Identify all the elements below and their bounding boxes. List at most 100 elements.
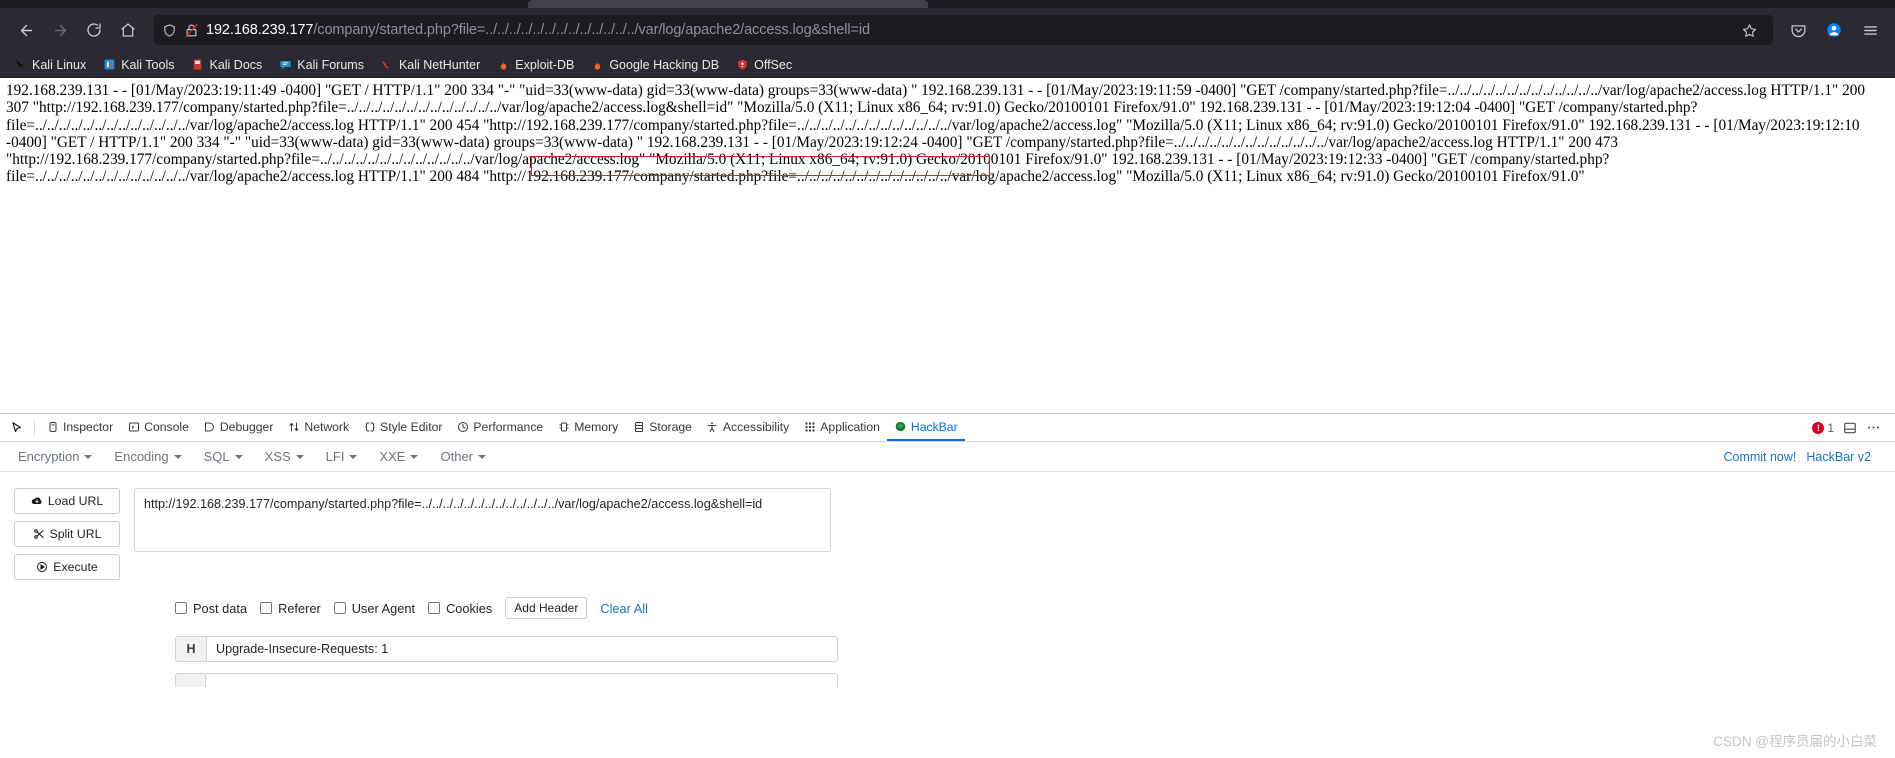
bookmark-kali-forums[interactable]: Kali Forums bbox=[271, 56, 371, 74]
url-text[interactable]: 192.168.239.177/company/started.php?file… bbox=[206, 22, 1726, 38]
devtools-more-options-icon[interactable] bbox=[1866, 420, 1881, 435]
header-type-tag[interactable]: H bbox=[175, 636, 206, 662]
devtools-tabbar: Inspector Console Debugger Network Style… bbox=[0, 414, 1895, 442]
tab-style-editor[interactable]: Style Editor bbox=[356, 414, 449, 441]
hackbar-url-row: Load URL Split URL Execute bbox=[0, 488, 1895, 580]
bookmark-label: Kali Linux bbox=[32, 57, 87, 72]
tab-console[interactable]: Console bbox=[120, 414, 196, 441]
checkbox-box[interactable] bbox=[175, 602, 187, 614]
accessibility-icon bbox=[706, 420, 719, 433]
checkbox-label: Cookies bbox=[446, 600, 493, 616]
pocket-icon[interactable] bbox=[1783, 15, 1813, 45]
element-picker-icon[interactable] bbox=[4, 416, 30, 440]
application-icon bbox=[803, 420, 816, 433]
hackbar-menu-encoding[interactable]: Encoding bbox=[106, 446, 189, 467]
clear-all-link[interactable]: Clear All bbox=[600, 601, 648, 616]
split-console-icon[interactable] bbox=[1843, 421, 1857, 435]
kali-nethunter-icon bbox=[380, 58, 394, 72]
chevron-down-icon bbox=[234, 454, 243, 459]
kali-docs-icon: </> bbox=[190, 58, 204, 72]
bookmark-google-hacking-db[interactable]: Google Hacking DB bbox=[583, 56, 726, 74]
checkbox-cookies[interactable]: Cookies bbox=[428, 601, 492, 616]
button-label: Split URL bbox=[49, 527, 102, 541]
hackbar-menu-lfi[interactable]: LFI bbox=[318, 446, 366, 467]
next-header-value-input[interactable] bbox=[206, 673, 838, 687]
hackbar-menu-encryption[interactable]: Encryption bbox=[10, 446, 100, 467]
checkbox-user-agent[interactable]: User Agent bbox=[333, 600, 416, 616]
shield-icon[interactable] bbox=[162, 23, 177, 38]
header-value-input[interactable] bbox=[206, 636, 838, 662]
hackbar-icon bbox=[894, 420, 907, 433]
error-count-badge[interactable]: ! 1 bbox=[1812, 421, 1834, 435]
button-label: Load URL bbox=[47, 494, 104, 508]
account-icon[interactable] bbox=[1819, 15, 1849, 45]
inspector-icon bbox=[46, 420, 59, 433]
add-header-button[interactable]: Add Header bbox=[505, 597, 588, 619]
tab-label: Network bbox=[304, 419, 350, 434]
active-tab[interactable] bbox=[528, 0, 928, 8]
tab-application[interactable]: Application bbox=[796, 414, 887, 441]
home-button[interactable] bbox=[112, 14, 144, 46]
hackbar-menu-sql[interactable]: SQL bbox=[196, 446, 251, 467]
bookmark-label: Kali NetHunter bbox=[398, 57, 481, 72]
commit-now-link[interactable]: Commit now! bbox=[1723, 450, 1796, 464]
lock-crossed-icon[interactable] bbox=[184, 23, 199, 38]
checkbox-post-data[interactable]: Post data bbox=[175, 601, 247, 616]
bookmark-label: OffSec bbox=[754, 57, 793, 72]
chevron-down-icon bbox=[84, 454, 93, 459]
hackbar-body: Load URL Split URL Execute http://192.16… bbox=[0, 472, 1895, 755]
cloud-download-icon bbox=[31, 495, 43, 507]
next-header-type-tag[interactable] bbox=[175, 673, 206, 687]
bookmark-exploit-db[interactable]: Exploit-DB bbox=[489, 56, 581, 74]
checkbox-label: User Agent bbox=[351, 600, 416, 616]
tab-hackbar[interactable]: HackBar bbox=[886, 414, 965, 441]
tab-storage[interactable]: Storage bbox=[625, 414, 699, 441]
url-host: 192.168.239.177 bbox=[206, 22, 314, 38]
tab-label: Style Editor bbox=[380, 419, 443, 434]
hackbar-menu-xxe[interactable]: XXE bbox=[371, 446, 426, 467]
bookmark-kali-nethunter[interactable]: Kali NetHunter bbox=[373, 56, 487, 74]
checkbox-box[interactable] bbox=[333, 602, 346, 614]
tab-debugger[interactable]: Debugger bbox=[196, 414, 281, 441]
hackbar-url-input[interactable] bbox=[134, 488, 831, 552]
address-bar[interactable]: 192.168.239.177/company/started.php?file… bbox=[154, 15, 1773, 45]
execute-button[interactable]: Execute bbox=[14, 554, 120, 580]
checkbox-box[interactable] bbox=[260, 602, 273, 614]
error-dot-icon: ! bbox=[1812, 421, 1825, 434]
bookmark-kali-linux[interactable]: Kali Linux bbox=[6, 56, 93, 74]
exploit-db-icon bbox=[496, 58, 510, 72]
checkbox-box[interactable] bbox=[428, 602, 441, 614]
apache-access-log-output: 192.168.239.131 - - [01/May/2023:19:11:4… bbox=[6, 82, 1869, 186]
split-url-button[interactable]: Split URL bbox=[14, 521, 120, 547]
tab-label: Memory bbox=[574, 419, 619, 434]
tab-inspector[interactable]: Inspector bbox=[39, 414, 120, 441]
hackbar-menu-other[interactable]: Other bbox=[432, 446, 494, 467]
page-content-area: 192.168.239.131 - - [01/May/2023:19:11:4… bbox=[0, 78, 1895, 413]
app-menu-icon[interactable] bbox=[1855, 15, 1885, 45]
tab-label: Inspector bbox=[63, 419, 114, 434]
tab-memory[interactable]: Memory bbox=[550, 414, 625, 441]
url-path: /company/started.php?file=../../../../..… bbox=[313, 22, 870, 38]
tab-network[interactable]: Network bbox=[280, 414, 356, 441]
checkbox-referer[interactable]: Referer bbox=[260, 601, 321, 616]
bookmark-offsec[interactable]: OffSec bbox=[728, 56, 799, 74]
toolbar-divider bbox=[34, 419, 35, 436]
bookmark-star-icon[interactable] bbox=[1733, 14, 1765, 46]
tab-accessibility[interactable]: Accessibility bbox=[699, 414, 796, 441]
hackbar-header-row: H bbox=[0, 636, 1895, 662]
browser-window: 192.168.239.177/company/started.php?file… bbox=[0, 0, 1895, 758]
load-url-button[interactable]: Load URL bbox=[14, 488, 120, 514]
bookmark-kali-docs[interactable]: </> Kali Docs bbox=[183, 56, 269, 74]
navigation-toolbar: 192.168.239.177/company/started.php?file… bbox=[0, 8, 1895, 52]
back-button[interactable] bbox=[10, 14, 42, 46]
performance-icon bbox=[456, 420, 469, 433]
tab-performance[interactable]: Performance bbox=[449, 414, 550, 441]
reload-button[interactable] bbox=[78, 14, 110, 46]
watermark-text: CSDN @程序员届的小白菜 bbox=[1713, 734, 1877, 749]
hackbar-menu-xss[interactable]: XSS bbox=[257, 446, 312, 467]
play-circle-icon bbox=[36, 561, 48, 573]
bookmark-kali-tools[interactable]: Kali Tools bbox=[95, 56, 181, 74]
checkbox-label: Post data bbox=[193, 600, 248, 616]
forward-button[interactable] bbox=[44, 14, 76, 46]
menu-label: Encoding bbox=[114, 449, 169, 464]
